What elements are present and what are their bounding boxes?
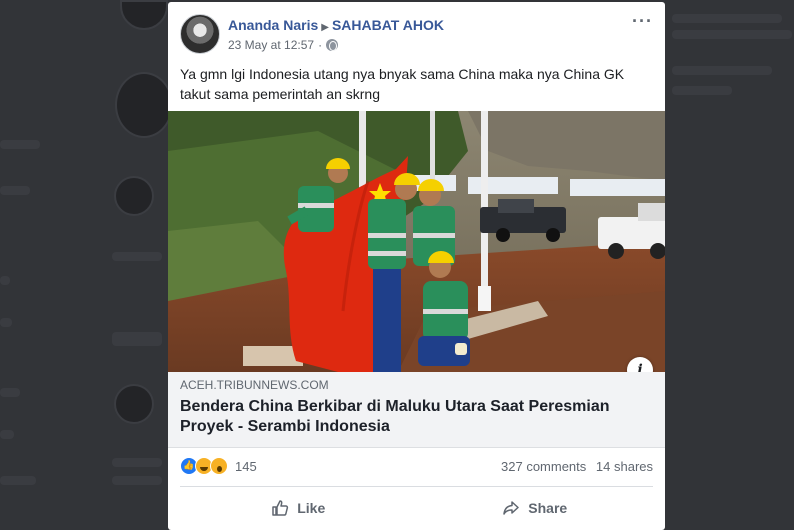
background-text-line [0, 318, 12, 327]
post-photo[interactable]: i [168, 111, 665, 372]
group-name[interactable]: SAHABAT AHOK [332, 17, 444, 33]
flag-raising-photo [168, 111, 665, 372]
background-text-line [672, 66, 772, 75]
background-avatar [114, 384, 154, 424]
background-text-line [112, 252, 162, 261]
share-arrow-icon [503, 501, 520, 515]
link-title[interactable]: Bendera China Berkibar di Maluku Utara S… [180, 397, 650, 437]
thumbs-up-icon [272, 500, 289, 516]
like-label: Like [297, 500, 326, 516]
link-preview[interactable]: ACEH.TRIBUNNEWS.COM Bendera China Berkib… [168, 372, 665, 448]
author-avatar[interactable] [180, 14, 220, 54]
post-actions: Like Share [180, 492, 653, 524]
background-text-line [0, 186, 30, 195]
post-header: Ananda Naris ▶ SAHABAT AHOK 23 May at 12:5… [180, 12, 653, 56]
like-button[interactable]: Like [180, 492, 417, 524]
background-avatar [120, 0, 168, 30]
divider [180, 486, 653, 487]
background-text-line [112, 476, 162, 485]
background-text-line [672, 14, 782, 23]
background-text-line [672, 86, 732, 95]
background-avatar [114, 176, 154, 216]
engagement-counts: 327 comments 14 shares [495, 459, 653, 474]
globe-icon [326, 39, 339, 51]
dot-separator: · [318, 38, 323, 52]
post-card: Ananda Naris ▶ SAHABAT AHOK 23 May at 12:5… [168, 2, 665, 530]
arrow-right-icon: ▶ [321, 22, 329, 33]
reactions-summary[interactable]: 145 [180, 457, 257, 475]
post-text: Ya gmn lgi Indonesia utang nya bnyak sam… [180, 66, 625, 102]
background-text-line [112, 332, 162, 346]
shares-count[interactable]: 14 shares [596, 459, 653, 474]
post-timestamp[interactable]: 23 May at 12:57 [228, 38, 314, 52]
reaction-count: 145 [235, 458, 257, 474]
background-text-line [0, 276, 10, 285]
post-stats: 145 327 comments 14 shares [180, 457, 653, 477]
post-meta: 23 May at 12:57 · [228, 38, 339, 52]
more-options-icon[interactable]: ··· [632, 12, 653, 30]
author-line: Ananda Naris ▶ SAHABAT AHOK [228, 17, 444, 33]
comments-count[interactable]: 327 comments [501, 459, 586, 474]
background-text-line [112, 458, 162, 467]
link-domain: ACEH.TRIBUNNEWS.COM [180, 378, 329, 392]
share-button[interactable]: Share [417, 492, 654, 524]
wow-reaction-icon [210, 457, 228, 475]
background-avatar [115, 72, 173, 138]
background-text-line [0, 430, 14, 439]
background-text-line [0, 140, 40, 149]
author-name[interactable]: Ananda Naris [228, 17, 318, 33]
share-label: Share [528, 500, 568, 516]
background-text-line [0, 476, 36, 485]
background-text-line [672, 30, 792, 39]
background-text-line [0, 388, 20, 397]
